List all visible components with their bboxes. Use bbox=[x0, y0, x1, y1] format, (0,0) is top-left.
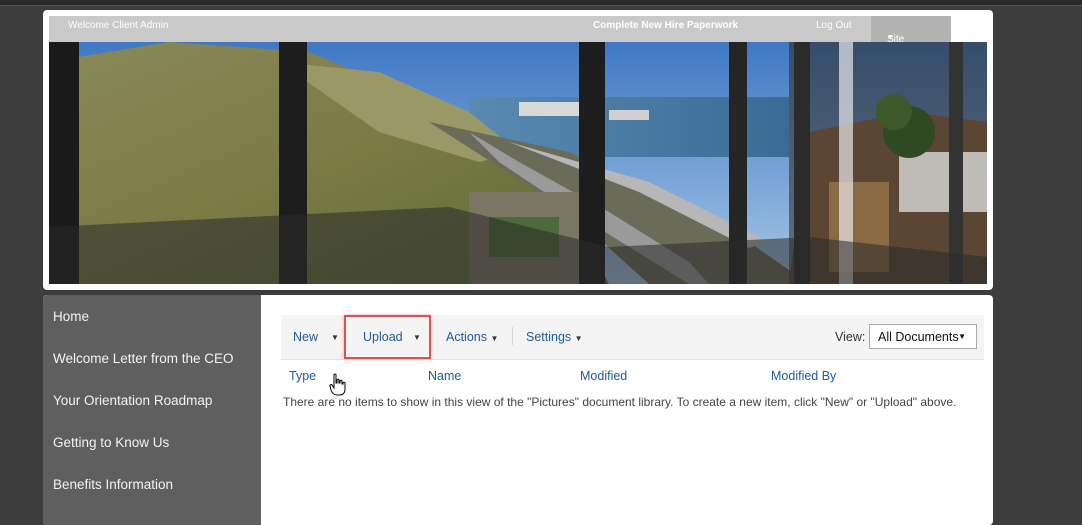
view-selected-value: All Documents bbox=[878, 330, 959, 344]
chevron-down-icon: ▼ bbox=[958, 332, 966, 341]
hand-cursor-icon bbox=[329, 373, 346, 396]
view-selector[interactable]: All Documents ▼ bbox=[869, 324, 977, 349]
toolbar-divider bbox=[512, 327, 513, 345]
chevron-down-icon: ▼ bbox=[574, 334, 583, 343]
new-label: New bbox=[293, 330, 319, 344]
chevron-down-icon: ▼ bbox=[887, 34, 894, 41]
empty-library-message: There are no items to show in this view … bbox=[283, 395, 957, 409]
nav-item-benefits[interactable]: Benefits Information bbox=[53, 477, 173, 492]
new-hire-paperwork-link[interactable]: Complete New Hire Paperwork bbox=[593, 20, 738, 31]
nav-item-welcome-letter[interactable]: Welcome Letter from the CEO bbox=[53, 351, 234, 366]
upload-label: Upload bbox=[363, 330, 403, 344]
column-header-type[interactable]: Type bbox=[289, 369, 316, 383]
actions-label: Actions bbox=[446, 330, 487, 344]
view-label: View: bbox=[835, 330, 866, 344]
settings-label: Settings bbox=[526, 330, 572, 344]
site-actions-menu[interactable]: Site Actions ▼ bbox=[871, 16, 951, 56]
chevron-down-icon: ▼ bbox=[490, 334, 499, 343]
site-header: Welcome Client Admin Complete New Hire P… bbox=[43, 10, 993, 290]
nav-item-home[interactable]: Home bbox=[53, 309, 89, 324]
logout-link[interactable]: Log Out bbox=[816, 20, 852, 31]
nav-item-orientation-roadmap[interactable]: Your Orientation Roadmap bbox=[53, 393, 212, 408]
new-dropdown-arrow-icon[interactable]: ▼ bbox=[331, 333, 339, 342]
welcome-text: Welcome Client Admin bbox=[68, 20, 169, 31]
settings-menu[interactable]: Settings ▼ bbox=[526, 330, 583, 344]
upload-dropdown-arrow-icon[interactable]: ▼ bbox=[413, 333, 421, 342]
window-top-edge bbox=[0, 0, 1082, 6]
library-toolbar: New ▼ Upload ▼ Actions ▼ Settings ▼ View… bbox=[281, 315, 984, 360]
column-header-modified[interactable]: Modified bbox=[580, 369, 627, 383]
panorama-banner-image bbox=[49, 42, 987, 284]
column-header-modified-by[interactable]: Modified By bbox=[771, 369, 836, 383]
main-content: Home Welcome Letter from the CEO Your Or… bbox=[43, 295, 993, 525]
upload-button[interactable]: Upload bbox=[363, 330, 403, 344]
left-navigation: Home Welcome Letter from the CEO Your Or… bbox=[43, 295, 261, 525]
nav-item-getting-to-know-us[interactable]: Getting to Know Us bbox=[53, 435, 169, 450]
new-button[interactable]: New bbox=[293, 330, 318, 344]
top-bar: Welcome Client Admin Complete New Hire P… bbox=[49, 16, 951, 56]
column-header-name[interactable]: Name bbox=[428, 369, 461, 383]
actions-menu[interactable]: Actions ▼ bbox=[446, 330, 498, 344]
